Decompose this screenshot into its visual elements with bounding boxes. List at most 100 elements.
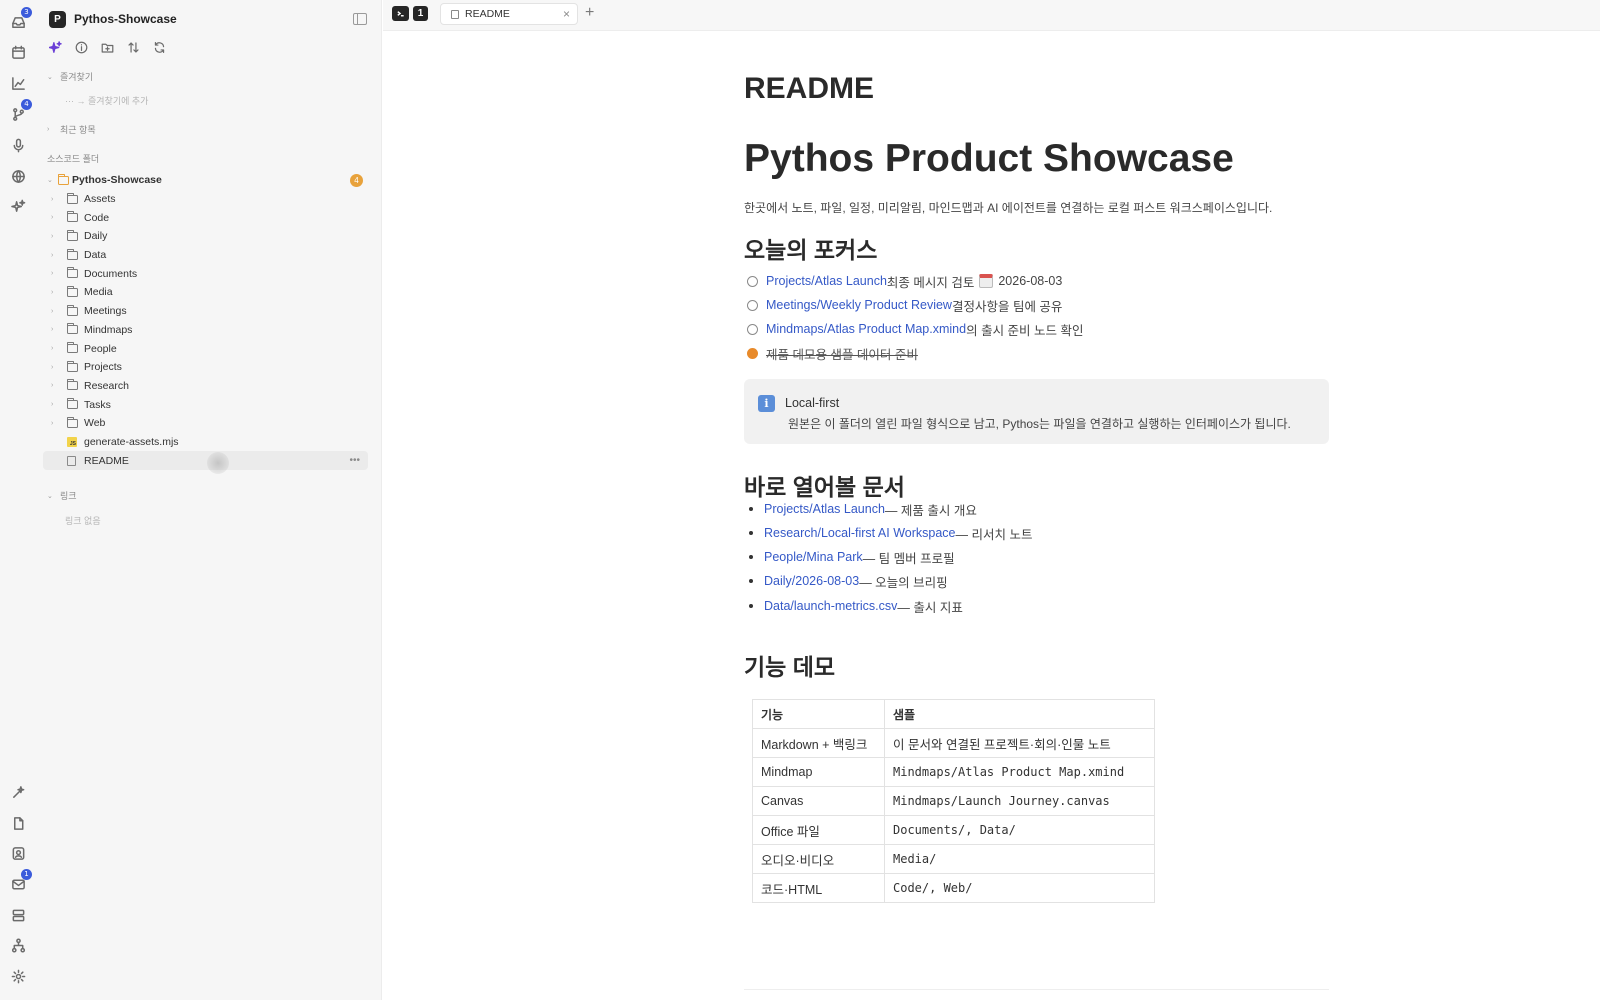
folder-icon <box>67 285 78 297</box>
table-header-cell: 기능 <box>752 699 885 729</box>
contact-icon[interactable] <box>8 843 28 863</box>
ai-sparkle-icon[interactable] <box>47 39 63 55</box>
chevron-right-icon: › <box>51 270 54 278</box>
tree-folder-web[interactable]: › Web <box>43 414 368 433</box>
folder-icon <box>67 398 78 410</box>
chevron-down-icon: ⌄ <box>47 177 53 185</box>
new-tab-plus-icon[interactable]: + <box>585 4 594 22</box>
task-text: 결정사항을 팀에 공유 <box>951 299 1063 314</box>
git-branch-icon[interactable]: 4 <box>8 99 32 124</box>
table-row: 오디오·비디오 Media/ <box>752 844 1155 874</box>
list-item: People/Mina Park — 팀 멤버 프로필 <box>749 547 955 567</box>
calendar-icon[interactable] <box>8 42 28 62</box>
recent-label: 최근 항목 <box>60 125 96 135</box>
folder-name: Code <box>84 211 110 224</box>
note-link[interactable]: People/Mina Park <box>764 550 863 564</box>
list-item: Daily/2026-08-03 — 오늘의 브리핑 <box>749 571 948 591</box>
mail-icon[interactable]: 1 <box>8 869 32 894</box>
list-item: Projects/Atlas Launch — 제품 출시 개요 <box>749 499 977 519</box>
folder-icon <box>67 248 78 260</box>
table-header-row: 기능 샘플 <box>752 699 1155 729</box>
gear-icon[interactable] <box>8 966 28 986</box>
task-checkbox[interactable] <box>747 299 758 311</box>
list-item: Research/Local-first AI Workspace — 리서치 … <box>749 523 1032 543</box>
tree-folder-research[interactable]: › Research <box>43 377 368 396</box>
note-link[interactable]: Projects/Atlas Launch <box>766 274 887 288</box>
info-icon[interactable] <box>73 39 89 55</box>
divider <box>744 989 1329 990</box>
sidebar-toggle-icon[interactable] <box>353 13 367 25</box>
tree-folder-media[interactable]: › Media <box>43 283 368 302</box>
folder-icon <box>67 379 78 391</box>
features-heading: 기능 데모 <box>744 654 836 680</box>
microphone-icon[interactable] <box>8 135 28 155</box>
recent-section-toggle[interactable]: › 최근 항목 <box>47 123 96 136</box>
tree-folder-documents[interactable]: › Documents <box>43 264 368 283</box>
checked-checkbox[interactable] <box>747 347 758 359</box>
task-checkbox[interactable] <box>747 323 758 335</box>
tree-folder-tasks[interactable]: › Tasks <box>43 395 368 414</box>
file-icon[interactable] <box>8 813 28 833</box>
table-cell: Mindmaps/Launch Journey.canvas <box>884 786 1155 816</box>
tree-folder-daily[interactable]: › Daily <box>43 227 368 246</box>
refresh-icon[interactable] <box>151 39 167 55</box>
note-link[interactable]: Data/launch-metrics.csv <box>764 599 897 613</box>
task-checkbox[interactable] <box>747 275 758 287</box>
folder-name: Daily <box>84 230 108 243</box>
terminal-icon[interactable] <box>392 6 409 21</box>
link-description: — 리서치 노트 <box>955 527 1033 542</box>
folder-name: Meetings <box>84 305 127 318</box>
calendar-icon <box>979 274 994 288</box>
folder-name: Tasks <box>84 398 111 411</box>
tree-folder-people[interactable]: › People <box>43 339 368 358</box>
tree-root-folder[interactable]: ⌄ Pythos-Showcase 4 <box>43 171 368 190</box>
table-cell: Markdown + 백링크 <box>752 728 885 758</box>
table-row: Mindmap Mindmaps/Atlas Product Map.xmind <box>752 757 1155 787</box>
tree-folder-mindmaps[interactable]: › Mindmaps <box>43 321 368 340</box>
close-icon[interactable]: × <box>563 7 570 21</box>
tree-folder-projects[interactable]: › Projects <box>43 358 368 377</box>
stack-icon[interactable] <box>8 905 28 925</box>
note-link[interactable]: Mindmaps/Atlas Product Map.xmind <box>766 322 966 336</box>
links-label: 링크 <box>60 491 77 501</box>
workspace-header[interactable]: P Pythos-Showcase <box>49 10 177 28</box>
links-section-toggle[interactable]: ⌄ 링크 <box>47 489 77 502</box>
link-description: — 제품 출시 개요 <box>884 503 977 518</box>
tab-count-badge[interactable]: 1 <box>413 6 428 21</box>
new-folder-icon[interactable] <box>99 39 115 55</box>
folder-icon <box>67 192 78 204</box>
tree-folder-assets[interactable]: › Assets <box>43 190 368 209</box>
source-folder-label: 소스코드 폴더 <box>47 154 100 164</box>
tree-folder-code[interactable]: › Code <box>43 208 368 227</box>
globe-icon[interactable] <box>8 166 28 186</box>
more-options-icon[interactable]: ••• <box>349 455 360 466</box>
links-empty-text: 링크 없음 <box>65 516 101 526</box>
focus-heading: 오늘의 포커스 <box>744 237 878 263</box>
note-link[interactable]: Research/Local-first AI Workspace <box>764 526 956 540</box>
magic-icon[interactable] <box>8 782 28 802</box>
list-item: Data/launch-metrics.csv — 출시 지표 <box>749 596 963 616</box>
table-cell: Office 파일 <box>752 815 885 845</box>
tree-file[interactable]: JS generate-assets.mjs <box>43 433 368 452</box>
chevron-right-icon: › <box>51 382 54 390</box>
page-title: Pythos Product Showcase <box>744 137 1234 180</box>
tab-readme[interactable]: README × <box>440 3 578 25</box>
task-text: 의 출시 준비 노드 확인 <box>966 323 1084 338</box>
note-link[interactable]: Daily/2026-08-03 <box>764 574 859 588</box>
intro-paragraph: 한곳에서 노트, 파일, 일정, 미리알림, 마인드맵과 AI 에이전트를 연결… <box>744 201 1273 215</box>
chart-icon[interactable] <box>8 73 28 93</box>
file-tree: ⌄ Pythos-Showcase 4 › Assets › Code › Daily › Data… <box>43 171 368 475</box>
table-header-cell: 샘플 <box>884 699 1155 729</box>
note-link[interactable]: Meetings/Weekly Product Review <box>766 298 952 312</box>
favorites-section-toggle[interactable]: ⌄ 즐겨찾기 <box>47 70 93 83</box>
sort-icon[interactable] <box>125 39 141 55</box>
tree-folder-data[interactable]: › Data <box>43 246 368 265</box>
folder-name: Assets <box>84 193 116 206</box>
hierarchy-icon[interactable] <box>8 935 28 955</box>
sparkle-icon[interactable] <box>8 196 28 216</box>
tree-folder-meetings[interactable]: › Meetings <box>43 302 368 321</box>
inbox-icon[interactable]: 3 <box>8 7 32 32</box>
table-row: Office 파일 Documents/, Data/ <box>752 815 1155 845</box>
note-link[interactable]: Projects/Atlas Launch <box>764 502 885 516</box>
tree-file[interactable]: README ••• <box>43 451 368 475</box>
